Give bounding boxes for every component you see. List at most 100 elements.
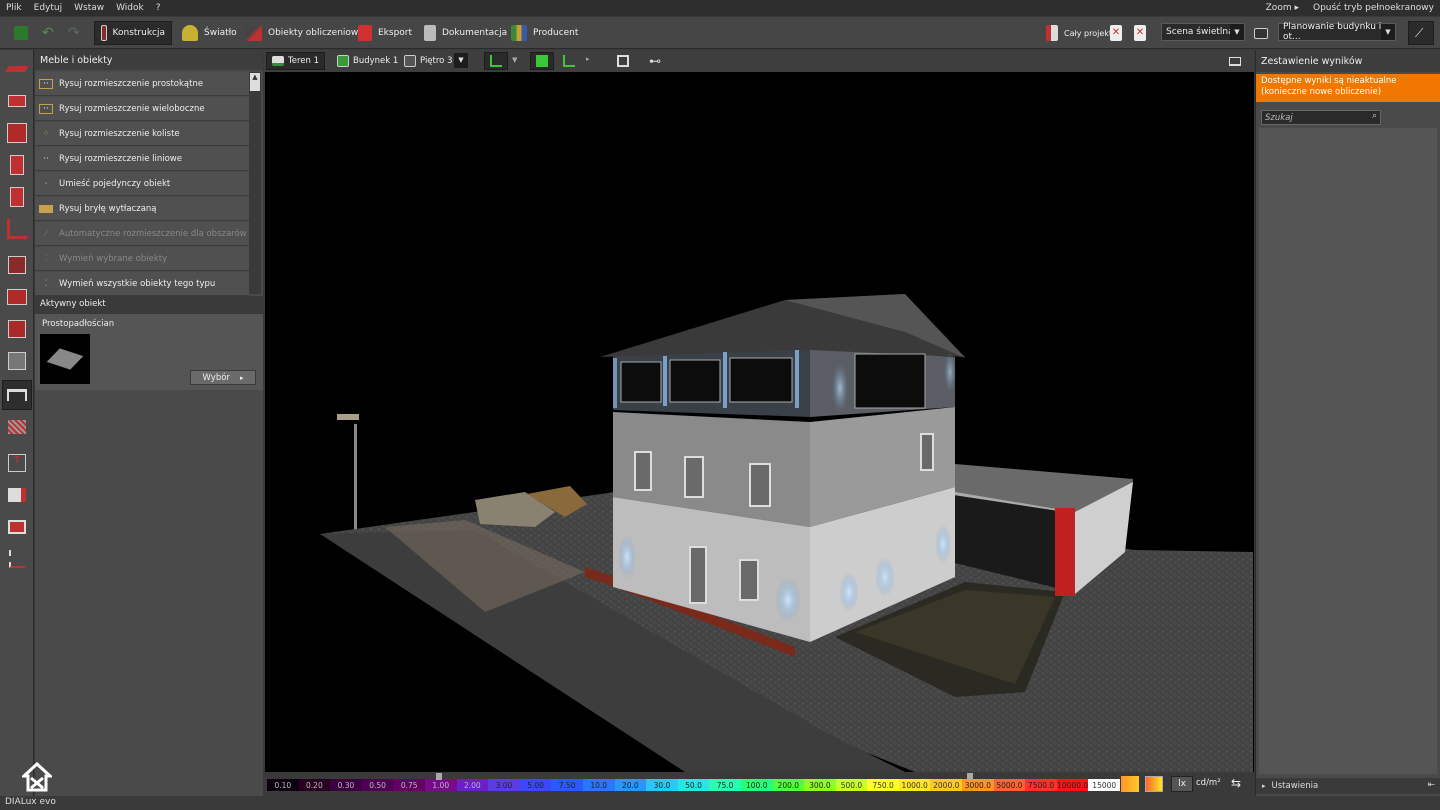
solid-view-button[interactable] bbox=[530, 52, 554, 70]
terrain-button[interactable]: Teren 1 bbox=[266, 52, 326, 70]
floor-dropdown[interactable]: ▼ bbox=[454, 53, 468, 68]
undo-button[interactable]: ↶ bbox=[36, 21, 60, 45]
scroll-up-icon[interactable]: ▲ bbox=[250, 73, 260, 91]
object-icon bbox=[8, 352, 26, 370]
floor-button[interactable]: Piętro 3 bbox=[399, 52, 457, 70]
strip-measure-button[interactable] bbox=[2, 480, 32, 510]
strip-object-button[interactable] bbox=[2, 346, 32, 376]
monitor-icon bbox=[1254, 27, 1268, 39]
active-object-header: Aktywny obiekt bbox=[35, 296, 263, 314]
calc-objects-icon bbox=[246, 25, 262, 41]
pencil-icon: ⟋ bbox=[1415, 25, 1424, 40]
planning-mode-select[interactable]: Planowanie budynku i ot... ▼ bbox=[1278, 22, 1396, 42]
menu-help[interactable]: ? bbox=[150, 3, 167, 13]
lux-unit-button[interactable]: lx bbox=[1171, 776, 1193, 792]
menu-edit[interactable]: Edytuj bbox=[28, 3, 68, 13]
false-color-button[interactable] bbox=[1121, 776, 1139, 792]
delete-all-icon: ✕ bbox=[1134, 25, 1146, 41]
move-icon bbox=[8, 95, 26, 107]
linear-arrangement-icon: ·· bbox=[43, 153, 49, 164]
settings-bar[interactable]: ▸ Ustawienia ⇤ bbox=[1256, 778, 1440, 794]
screen-view-button[interactable] bbox=[1224, 52, 1248, 70]
strip-room-button[interactable] bbox=[2, 118, 32, 148]
measure-icon bbox=[8, 488, 26, 502]
strip-frame-button[interactable] bbox=[2, 512, 32, 542]
strip-move-button[interactable] bbox=[2, 86, 32, 116]
draw-circular-arrangement[interactable]: ⁘ Rysuj rozmieszczenie koliste bbox=[35, 122, 249, 146]
draw-linear-arrangement[interactable]: ·· Rysuj rozmieszczenie liniowe bbox=[35, 147, 249, 171]
door-icon bbox=[10, 187, 24, 207]
menu-view[interactable]: Widok bbox=[110, 3, 150, 13]
chevron-right-icon: ▸ bbox=[1262, 782, 1266, 790]
strip-cube-button[interactable] bbox=[2, 250, 32, 280]
brand-logo: DIALux evo bbox=[5, 797, 56, 807]
tab-documentation[interactable]: Dokumentacja bbox=[418, 21, 513, 45]
draw-rectangular-arrangement[interactable]: ·· Rysuj rozmieszczenie prostokątne bbox=[35, 72, 249, 96]
zoom-menu[interactable]: Zoom ▸ bbox=[1266, 3, 1299, 13]
strip-floor-button[interactable] bbox=[2, 214, 32, 244]
draw-extruded-solid[interactable]: Rysuj bryłę wytłaczaną bbox=[35, 197, 249, 221]
light-scene-select[interactable]: Scena świetlna 1 ▼ bbox=[1161, 23, 1245, 41]
strip-align-button[interactable] bbox=[2, 544, 32, 574]
chevron-right-icon: ▸ bbox=[239, 373, 244, 382]
active-object-name: Prostopadłościan bbox=[42, 319, 115, 329]
delete-all-button[interactable]: ✕ bbox=[1128, 21, 1152, 45]
results-title: Zestawienie wyników bbox=[1256, 50, 1440, 72]
results-search-input[interactable]: Szukaj ⌕ bbox=[1261, 110, 1381, 125]
tab-calculation-objects[interactable]: Obiekty obliczeniowe bbox=[240, 21, 370, 45]
box-icon bbox=[8, 320, 26, 338]
color-scale-segment: 0.30 bbox=[330, 779, 362, 791]
tab-construction[interactable]: Konstrukcja bbox=[94, 21, 172, 45]
place-single-object[interactable]: · Umieść pojedynczy obiekt bbox=[35, 172, 249, 196]
candela-unit-button[interactable]: cd/m² bbox=[1196, 778, 1221, 788]
single-object-icon: · bbox=[44, 178, 48, 189]
panel-scrollbar[interactable]: ▲ bbox=[249, 72, 261, 294]
color-scale-segment: 0.50 bbox=[361, 779, 394, 791]
strip-texture-button[interactable] bbox=[2, 412, 32, 442]
chevron-down-icon: ▼ bbox=[1230, 24, 1244, 40]
scale-max-handle[interactable] bbox=[967, 773, 973, 780]
collapse-icon[interactable]: ⇤ bbox=[1428, 780, 1435, 790]
strip-roof-button[interactable] bbox=[2, 282, 32, 312]
tab-manufacturer[interactable]: Producent bbox=[505, 21, 584, 45]
gradient-button[interactable] bbox=[1145, 776, 1163, 792]
ruler-icon: ⊷ bbox=[649, 54, 661, 68]
search-icon[interactable]: ⌕ bbox=[1372, 111, 1377, 121]
wall-icon bbox=[10, 155, 24, 175]
monitor-button[interactable] bbox=[1248, 21, 1274, 45]
redo-button[interactable]: ↷ bbox=[62, 21, 86, 45]
building-button[interactable]: Budynek 1 bbox=[332, 52, 403, 70]
measure-tool-button[interactable]: ⊷ bbox=[644, 52, 668, 70]
tab-light[interactable]: Światło bbox=[176, 21, 243, 45]
rect-arrangement-icon: ·· bbox=[39, 78, 53, 89]
tab-export[interactable]: Eksport bbox=[352, 21, 418, 45]
strip-furniture-button[interactable] bbox=[2, 380, 32, 410]
view-mode-dropdown[interactable]: ▼ bbox=[512, 56, 517, 64]
scale-min-handle[interactable] bbox=[436, 773, 442, 780]
zoom-extents-button[interactable] bbox=[612, 52, 636, 70]
layout-button[interactable]: ⟋ bbox=[1408, 21, 1434, 45]
color-scale-segment: 0.10 bbox=[267, 779, 299, 791]
wall-view-button[interactable] bbox=[558, 52, 582, 70]
strip-wall-button[interactable] bbox=[2, 150, 32, 180]
draw-polygonal-arrangement[interactable]: ·· Rysuj rozmieszczenie wieloboczne bbox=[35, 97, 249, 121]
strip-box-button[interactable] bbox=[2, 314, 32, 344]
view-mode-button[interactable] bbox=[484, 52, 508, 70]
menu-insert[interactable]: Wstaw bbox=[68, 3, 110, 13]
color-scale-segment: 50.0 bbox=[677, 779, 710, 791]
swap-scale-button[interactable]: ⇆ bbox=[1231, 776, 1251, 792]
menu-file[interactable]: Plik bbox=[0, 3, 28, 13]
delete-results-button[interactable]: ✕ bbox=[1104, 21, 1128, 45]
manufacturer-icon bbox=[511, 25, 527, 41]
replace-all-objects-of-type[interactable]: ⁚ Wymień wszystkie obiekty tego typu bbox=[35, 272, 249, 296]
expand-arrow[interactable]: ▸ bbox=[586, 55, 590, 63]
exit-fullscreen-button[interactable]: Opuść tryb pełnoekranowy bbox=[1313, 3, 1434, 13]
strip-text-button[interactable]: T bbox=[2, 448, 32, 478]
redo-icon: ↷ bbox=[68, 25, 80, 41]
strip-paint-button[interactable] bbox=[2, 54, 32, 84]
3d-viewport[interactable] bbox=[265, 72, 1254, 772]
color-scale-segment: 3.00 bbox=[488, 779, 520, 791]
save-button[interactable] bbox=[8, 21, 34, 45]
strip-door-button[interactable] bbox=[2, 182, 32, 212]
select-object-button[interactable]: Wybór ▸ bbox=[190, 370, 256, 385]
